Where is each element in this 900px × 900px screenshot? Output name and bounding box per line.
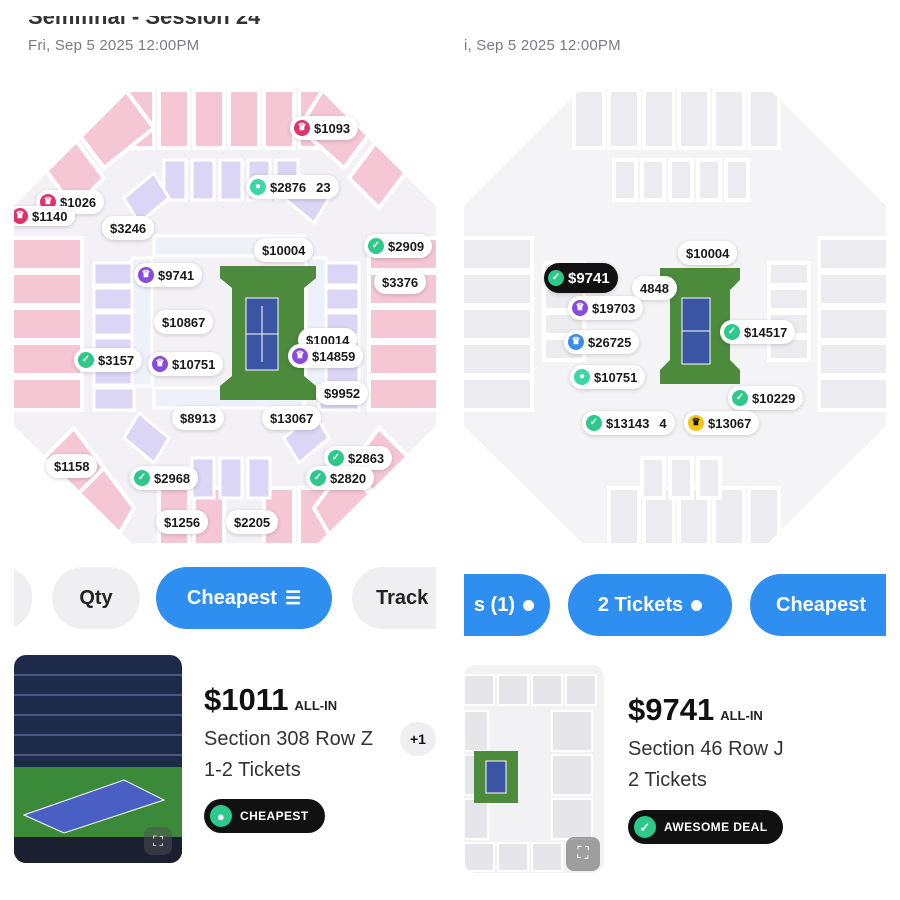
user-icon: ● [250,179,266,195]
check-icon: ✓ [732,390,748,406]
crown-icon: ♛ [292,348,308,364]
check-icon: ✓ [724,324,740,340]
seat-map[interactable]: $10004 4848 ✓ $9741 ♛ $19703 ✓ $14517 ♛ $267… [464,88,886,543]
listing-section: Section 308 Row Z [204,728,373,750]
qty-filter-button[interactable]: Qty [52,567,140,629]
awesome-deal-badge: ✓ AWESOME DEAL [628,810,784,844]
crown-icon: ♛ [688,415,704,431]
cheapest-sort-button[interactable]: Cheapest [750,574,886,636]
check-icon: ✓ [78,352,94,368]
filter-chip-partial[interactable]: s (1) [464,574,550,636]
listing-price: $1011 ALL-IN [204,682,338,717]
track-button[interactable]: Track [352,567,436,629]
crown-icon: ♛ [138,267,154,283]
check-icon: ✓ [134,470,150,486]
user-icon: ● [210,805,232,827]
check-icon: ✓ [310,470,326,486]
seat-map[interactable]: ♛ $1093 ♛ $1026 ♛ $1140 ● $2876 23 $3246 $100… [14,88,436,543]
event-date: Fri, Sep 5 2025 12:00PM [28,37,200,54]
price-marker[interactable]: ✓ $2820 [306,466,375,490]
price-marker[interactable]: ✓ $3157 [74,348,143,372]
price-marker[interactable]: ✓ $2909 [364,234,433,258]
selected-price-marker[interactable]: ✓ $9741 [544,263,618,293]
active-dot-icon [691,599,703,611]
crown-icon: ♛ [152,356,168,372]
price-marker[interactable]: $3246 [102,216,155,240]
price-marker[interactable]: ♛ $10751 [148,352,224,376]
price-marker[interactable]: $10867 [154,310,214,334]
price-marker[interactable]: ♛ $1093 [290,116,359,140]
price-marker[interactable]: 4848 [632,276,677,300]
price-marker[interactable]: ♛ $1140 [14,206,76,226]
listing-photo[interactable]: ⛶ [14,655,182,863]
stadium-map-graphic [464,88,886,543]
price-marker[interactable]: ● $2876 23 [246,175,339,199]
crown-icon: ♛ [572,300,588,316]
check-icon: ✓ [368,238,384,254]
check-icon: ✓ [328,450,344,466]
price-marker[interactable]: $10004 [254,238,314,262]
listing-ticket-count: 2 Tickets [628,769,707,791]
listing-map-thumbnail[interactable]: ⛶ [464,665,604,873]
listing-price: $9741 ALL-IN [628,692,763,727]
price-marker[interactable]: ♛ $14859 [288,344,364,368]
price-marker[interactable]: ✓ $2968 [130,466,199,490]
price-marker[interactable]: ♛ $9741 [134,263,203,287]
price-marker[interactable]: $10004 [678,241,738,265]
more-listings-button[interactable]: +1 [400,722,436,756]
tickets-filter-button[interactable]: 2 Tickets [568,574,732,636]
price-marker[interactable]: ● $10751 [570,365,646,389]
active-dot-icon [523,599,534,611]
check-icon: ✓ [548,270,564,286]
right-screenshot: i, Sep 5 2025 12:00PM $10004 4848 ✓ $974… [464,0,886,900]
user-icon: ● [574,369,590,385]
event-title: Semifinal - Session 24 [28,4,261,24]
crown-icon: ♛ [294,120,310,136]
price-marker[interactable]: ✓ $14517 [720,320,796,344]
price-marker[interactable]: $3376 [374,270,427,294]
price-marker[interactable]: ♛ $26725 [564,330,640,354]
scan-icon[interactable]: ⛶ [566,837,600,871]
price-marker[interactable]: $1256 [156,510,209,534]
left-screenshot: Semifinal - Session 24 Fri, Sep 5 2025 1… [14,0,436,900]
filter-bar: s (1) 2 Tickets Cheapest [464,574,886,636]
price-marker[interactable]: $1158 [46,454,98,478]
cheapest-badge: ● CHEAPEST [204,799,325,833]
crown-icon: ♛ [14,208,28,224]
check-icon: ✓ [586,415,602,431]
filter-chip-partial[interactable] [14,567,32,629]
price-marker[interactable]: $13067 [262,406,322,430]
check-icon: ✓ [634,816,656,838]
price-marker[interactable]: ♛ $13067 [684,411,760,435]
price-marker[interactable]: $2205 [226,510,279,534]
listing-ticket-count: 1-2 Tickets [204,759,301,781]
price-marker[interactable]: ✓ $10229 [728,386,804,410]
cheapest-sort-button[interactable]: Cheapest ☰ [156,567,332,629]
price-marker[interactable]: $8913 [172,406,225,430]
price-marker[interactable]: ♛ $19703 [568,296,644,320]
filter-bar: Qty Cheapest ☰ Track [14,567,436,629]
sort-icon: ☰ [284,587,302,608]
price-marker[interactable]: $9952 [316,381,369,405]
listing-section: Section 46 Row J [628,738,784,760]
crown-icon: ♛ [568,334,584,350]
event-date: i, Sep 5 2025 12:00PM [464,37,621,54]
scan-icon[interactable]: ⛶ [144,827,172,855]
price-marker[interactable]: ✓ $13143 4 [582,411,675,435]
